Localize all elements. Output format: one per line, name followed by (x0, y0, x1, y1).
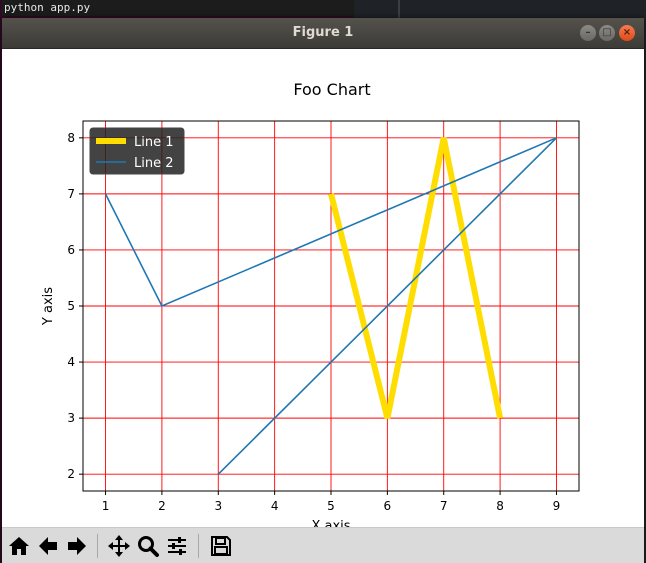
x-tick-label: 3 (214, 499, 222, 513)
pan-icon (108, 535, 130, 557)
subplots-config-icon (168, 537, 186, 555)
x-tick-label: 6 (384, 499, 392, 513)
back-button[interactable] (35, 533, 61, 559)
home-button[interactable] (6, 533, 32, 559)
figure-window: Figure 1 – □ × Foo Chart 1 2 3 4 5 6 7 8 9 2 3 4 5 6 7… (2, 18, 644, 563)
x-tick-label: 1 (102, 499, 110, 513)
legend-label-2: Line 2 (134, 156, 174, 171)
window-title: Figure 1 (292, 25, 354, 40)
window-titlebar[interactable]: Figure 1 – □ × (2, 18, 644, 49)
back-arrow-icon (39, 537, 57, 555)
x-axis-label: X axis (311, 519, 350, 527)
maximize-button[interactable]: □ (599, 25, 615, 41)
navigation-toolbar (2, 527, 644, 563)
figure-canvas[interactable]: Foo Chart 1 2 3 4 5 6 7 8 9 2 3 4 5 6 7 8 X axis Y axis… (2, 49, 644, 527)
x-tick-label: 8 (496, 499, 504, 513)
pan-button[interactable] (106, 533, 132, 559)
chart-title: Foo Chart (293, 80, 370, 99)
legend-label-1: Line 1 (134, 135, 174, 150)
save-button[interactable] (208, 533, 234, 559)
terminal-command-line: python app.py (2, 0, 354, 16)
y-tick-label: 4 (67, 355, 75, 369)
y-tick-label: 8 (67, 131, 75, 145)
minimize-button[interactable]: – (580, 25, 596, 41)
save-icon (211, 536, 231, 556)
x-tick-label: 5 (327, 499, 335, 513)
line-chart: Foo Chart 1 2 3 4 5 6 7 8 9 2 3 4 5 6 7 8 X axis Y axis… (41, 80, 580, 527)
y-tick-label: 5 (67, 299, 75, 313)
y-tick-label: 2 (67, 467, 75, 481)
legend: Line 1 Line 2 (89, 127, 185, 175)
y-tick-label: 6 (67, 243, 75, 257)
zoom-icon (138, 536, 159, 557)
forward-button[interactable] (64, 533, 90, 559)
forward-arrow-icon (68, 537, 86, 555)
x-tick-label: 2 (158, 499, 166, 513)
x-tick-label: 7 (440, 499, 448, 513)
y-tick-label: 7 (67, 187, 75, 201)
x-tick-label: 9 (553, 499, 561, 513)
screen: python app.py Figure 1 – □ × Foo Chart 1… (0, 0, 646, 563)
configure-subplots-button[interactable] (164, 533, 190, 559)
close-button[interactable]: × (619, 25, 635, 41)
y-axis-label: Y axis (41, 287, 56, 326)
y-tick-label: 3 (67, 411, 75, 425)
x-tick-label: 4 (271, 499, 279, 513)
zoom-button[interactable] (135, 533, 161, 559)
home-icon (9, 537, 29, 555)
